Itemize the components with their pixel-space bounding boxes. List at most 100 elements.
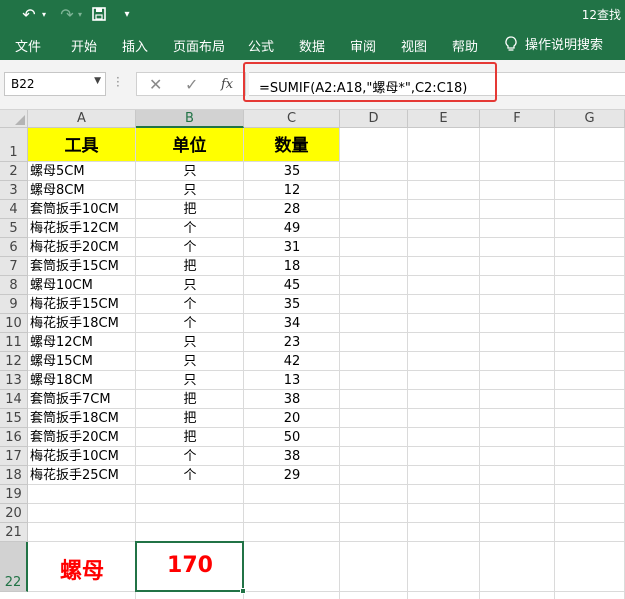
cell-unit[interactable]: 只	[138, 352, 242, 371]
formula-input[interactable]: =SUMIF(A2:A18,"螺母*",C2:C18)	[249, 72, 625, 96]
cell-quantity[interactable]: 35	[246, 162, 338, 181]
row-header-3[interactable]: 3	[0, 181, 28, 200]
undo-dropdown-icon[interactable]: ▾	[38, 4, 50, 24]
splitter-handle-icon[interactable]: · · ·	[116, 72, 120, 92]
cell-quantity[interactable]: 34	[246, 314, 338, 333]
cell-tool[interactable]: 套筒扳手7CM	[30, 390, 134, 409]
chevron-down-icon[interactable]: ▼	[94, 76, 101, 86]
cell-quantity[interactable]: 20	[246, 409, 338, 428]
cell-tool[interactable]: 螺母18CM	[30, 371, 134, 390]
row-header-18[interactable]: 18	[0, 466, 28, 485]
tell-me-search[interactable]: 操作说明搜索	[505, 34, 603, 53]
cell-tool[interactable]: 梅花扳手20CM	[30, 238, 134, 257]
cell-unit[interactable]: 个	[138, 447, 242, 466]
save-icon[interactable]	[88, 4, 110, 24]
row-header-19[interactable]: 19	[0, 485, 28, 504]
row-header-14[interactable]: 14	[0, 390, 28, 409]
column-header-d[interactable]: D	[340, 110, 408, 128]
cell-unit[interactable]: 个	[138, 219, 242, 238]
cell-unit[interactable]: 把	[138, 428, 242, 447]
cell-unit[interactable]: 只	[138, 162, 242, 181]
cell-tool[interactable]: 套筒扳手10CM	[30, 200, 134, 219]
name-box[interactable]: B22 ▼	[4, 72, 106, 96]
cell-unit[interactable]: 只	[138, 371, 242, 390]
cell-quantity[interactable]: 23	[246, 333, 338, 352]
row-header-7[interactable]: 7	[0, 257, 28, 276]
row-header-16[interactable]: 16	[0, 428, 28, 447]
result-label[interactable]: 螺母	[28, 553, 136, 585]
cell-tool[interactable]: 螺母5CM	[30, 162, 134, 181]
cell-tool[interactable]: 梅花扳手15CM	[30, 295, 134, 314]
row-header-20[interactable]: 20	[0, 504, 28, 523]
tab-insert[interactable]: 插入	[122, 36, 148, 55]
column-header-c[interactable]: C	[244, 110, 340, 128]
cell-quantity[interactable]: 42	[246, 352, 338, 371]
cell-unit[interactable]: 只	[138, 276, 242, 295]
tab-file[interactable]: 文件	[15, 36, 41, 55]
row-header-9[interactable]: 9	[0, 295, 28, 314]
cell-quantity[interactable]: 18	[246, 257, 338, 276]
cell-unit[interactable]: 只	[138, 181, 242, 200]
header-unit[interactable]: 单位	[136, 128, 243, 161]
tab-home[interactable]: 开始	[71, 36, 97, 55]
cell-quantity[interactable]: 35	[246, 295, 338, 314]
row-header-1[interactable]: 1	[0, 128, 28, 162]
cell-unit[interactable]: 把	[138, 200, 242, 219]
cell-tool[interactable]: 套筒扳手18CM	[30, 409, 134, 428]
tab-data[interactable]: 数据	[299, 36, 325, 55]
cell-quantity[interactable]: 31	[246, 238, 338, 257]
enter-icon[interactable]: ✓	[185, 75, 198, 94]
cell-tool[interactable]: 梅花扳手18CM	[30, 314, 134, 333]
row-header-22[interactable]: 22	[0, 542, 28, 592]
cell-unit[interactable]: 个	[138, 295, 242, 314]
cell-tool[interactable]: 梅花扳手10CM	[30, 447, 134, 466]
customize-qat-icon[interactable]: ▾	[116, 4, 138, 24]
cell-tool[interactable]: 梅花扳手25CM	[30, 466, 134, 485]
cell-quantity[interactable]: 38	[246, 447, 338, 466]
cell-tool[interactable]: 螺母15CM	[30, 352, 134, 371]
cell-unit[interactable]: 个	[138, 314, 242, 333]
row-header-15[interactable]: 15	[0, 409, 28, 428]
cell-unit[interactable]: 个	[138, 238, 242, 257]
cell-quantity[interactable]: 49	[246, 219, 338, 238]
cell-quantity[interactable]: 38	[246, 390, 338, 409]
row-header-6[interactable]: 6	[0, 238, 28, 257]
redo-dropdown-icon[interactable]: ▾	[74, 4, 86, 24]
tab-review[interactable]: 审阅	[350, 36, 376, 55]
select-all-corner[interactable]	[0, 110, 28, 128]
cell-tool[interactable]: 梅花扳手12CM	[30, 219, 134, 238]
tab-view[interactable]: 视图	[401, 36, 427, 55]
header-tool[interactable]: 工具	[28, 128, 135, 161]
cell-tool[interactable]: 螺母10CM	[30, 276, 134, 295]
cancel-icon[interactable]: ✕	[149, 75, 162, 94]
cell-quantity[interactable]: 12	[246, 181, 338, 200]
row-header-21[interactable]: 21	[0, 523, 28, 542]
cell-quantity[interactable]: 50	[246, 428, 338, 447]
cell-tool[interactable]: 螺母12CM	[30, 333, 134, 352]
cell-unit[interactable]: 只	[138, 333, 242, 352]
row-header-12[interactable]: 12	[0, 352, 28, 371]
cell-unit[interactable]: 把	[138, 390, 242, 409]
tab-formulas[interactable]: 公式	[248, 36, 274, 55]
column-header-g[interactable]: G	[555, 110, 625, 128]
cell-tool[interactable]: 螺母8CM	[30, 181, 134, 200]
row-header-13[interactable]: 13	[0, 371, 28, 390]
cell-quantity[interactable]: 29	[246, 466, 338, 485]
undo-icon[interactable]: ↶	[18, 4, 40, 24]
tab-help[interactable]: 帮助	[452, 36, 478, 55]
fill-handle[interactable]	[240, 588, 246, 594]
insert-function-icon[interactable]: fx	[221, 77, 233, 92]
tab-page-layout[interactable]: 页面布局	[173, 36, 225, 55]
header-quantity[interactable]: 数量	[244, 128, 339, 161]
column-header-b[interactable]: B	[136, 110, 244, 128]
column-header-e[interactable]: E	[408, 110, 480, 128]
cell-tool[interactable]: 套筒扳手20CM	[30, 428, 134, 447]
row-header-10[interactable]: 10	[0, 314, 28, 333]
column-header-f[interactable]: F	[480, 110, 555, 128]
cell-quantity[interactable]: 45	[246, 276, 338, 295]
row-header-17[interactable]: 17	[0, 447, 28, 466]
row-header-8[interactable]: 8	[0, 276, 28, 295]
row-header-11[interactable]: 11	[0, 333, 28, 352]
cell-unit[interactable]: 把	[138, 257, 242, 276]
row-header-5[interactable]: 5	[0, 219, 28, 238]
